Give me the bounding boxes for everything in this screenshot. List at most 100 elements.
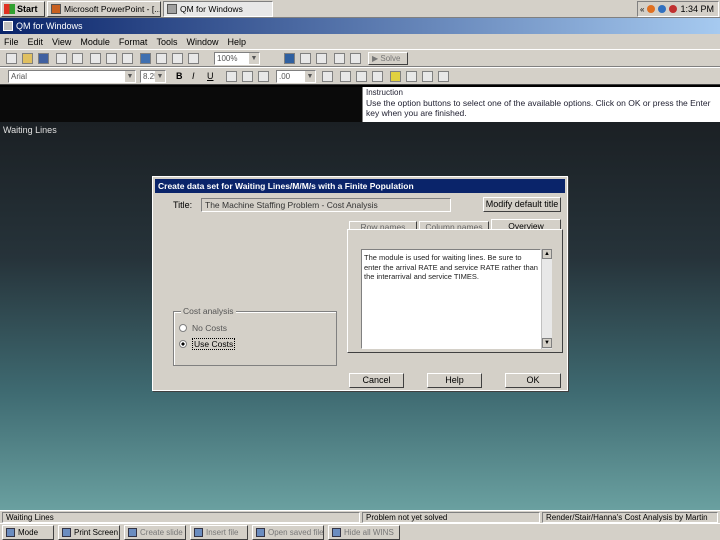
zoom-value: 100% [217, 54, 238, 63]
bottom-task-mode[interactable]: Mode [2, 525, 54, 540]
increase-decimal-icon[interactable] [356, 71, 367, 82]
cut-icon[interactable] [90, 53, 101, 64]
overview-scrollbar[interactable]: ▲ ▼ [541, 249, 552, 349]
align-right-icon[interactable] [258, 71, 269, 82]
menu-file[interactable]: File [4, 37, 19, 47]
windows-logo-icon [4, 4, 15, 14]
fill-color-icon[interactable] [406, 71, 417, 82]
bottom-task-create-slide[interactable]: Create slide [124, 525, 186, 540]
status-reference: Render/Stair/Hanna's Cost Analysis by Ma… [542, 512, 718, 523]
bottom-task-insert-file[interactable]: Insert file [190, 525, 248, 540]
antivirus-icon[interactable] [669, 5, 678, 13]
scroll-up-icon[interactable]: ▲ [542, 249, 552, 259]
status-problem: Problem not yet solved [362, 512, 540, 523]
no-costs-label: No Costs [192, 323, 227, 333]
help-cursor-icon[interactable] [334, 53, 345, 64]
taskbar-button-label: QM for Windows [180, 4, 243, 14]
system-tray: « 1:34 PM [637, 1, 719, 17]
cancel-button[interactable]: Cancel [349, 373, 404, 388]
cost-analysis-label: Cost analysis [181, 306, 236, 316]
align-center-icon[interactable] [242, 71, 253, 82]
taskbar-button-powerpoint[interactable]: Microsoft PowerPoint - [... [47, 1, 161, 17]
align-left-icon[interactable] [226, 71, 237, 82]
create-data-set-dialog: Create data set for Waiting Lines/M/M/s … [152, 176, 568, 391]
bold-icon[interactable]: B [176, 71, 183, 81]
menu-format[interactable]: Format [119, 37, 148, 47]
chevron-down-icon[interactable]: ▼ [125, 71, 135, 82]
title-label: Title: [173, 200, 193, 210]
title-input[interactable]: The Machine Staffing Problem - Cost Anal… [201, 198, 451, 212]
use-costs-label: Use Costs [192, 338, 236, 350]
tray-arrow-icon[interactable]: « [640, 5, 644, 14]
calculator-icon[interactable] [316, 53, 327, 64]
number-format-value: .00 [279, 72, 291, 81]
start-button[interactable]: Start [1, 1, 45, 17]
bottom-task-open-saved-file[interactable]: Open saved file [252, 525, 324, 540]
underline-icon[interactable]: U [207, 71, 214, 81]
undo-icon[interactable] [156, 53, 167, 64]
bottom-taskbar: Mode Print Screen Create slide Insert fi… [0, 523, 720, 540]
start-label: Start [17, 4, 38, 14]
clock: 1:34 PM [680, 4, 714, 14]
menu-view[interactable]: View [52, 37, 71, 47]
instruction-title: Instruction [366, 88, 403, 97]
standard-toolbar: 100% ▼ ▶ Solve [0, 49, 720, 67]
graph-icon[interactable] [300, 53, 311, 64]
qm-app-icon [167, 4, 177, 14]
bottom-task-label: Create slide [140, 528, 183, 537]
menu-edit[interactable]: Edit [28, 37, 44, 47]
zoom-select[interactable]: 100% ▼ [214, 52, 260, 65]
network-icon[interactable] [647, 5, 656, 13]
redo-icon[interactable] [172, 53, 183, 64]
copy-icon[interactable] [106, 53, 117, 64]
taskbar-button-qm[interactable]: QM for Windows [163, 1, 273, 17]
italic-icon[interactable]: I [192, 71, 195, 81]
bottom-task-label: Hide all WINS [344, 528, 394, 537]
comma-icon[interactable] [340, 71, 351, 82]
menu-module[interactable]: Module [80, 37, 110, 47]
decrease-decimal-icon[interactable] [322, 71, 333, 82]
chevron-down-icon[interactable]: ▼ [249, 53, 259, 64]
volume-icon[interactable] [658, 5, 667, 13]
insert-row-icon[interactable] [188, 53, 199, 64]
app-icon [3, 21, 13, 31]
window-title: QM for Windows [16, 21, 83, 31]
font-color-icon[interactable] [390, 71, 401, 82]
menu-help[interactable]: Help [227, 37, 246, 47]
save-icon[interactable] [38, 53, 49, 64]
dialog-title: Create data set for Waiting Lines/M/M/s … [155, 179, 565, 193]
use-costs-option[interactable]: Use Costs [179, 338, 236, 350]
new-file-icon[interactable] [6, 53, 17, 64]
help-book-icon[interactable] [350, 53, 361, 64]
bottom-task-label: Print Screen [74, 528, 119, 537]
bottom-task-print-screen[interactable]: Print Screen [58, 525, 120, 540]
print-icon[interactable] [56, 53, 67, 64]
edit-data-icon[interactable] [140, 53, 151, 64]
scroll-down-icon[interactable]: ▼ [542, 338, 552, 348]
chevron-down-icon[interactable]: ▼ [155, 71, 165, 82]
open-folder-icon[interactable] [22, 53, 33, 64]
borders-icon[interactable] [422, 71, 433, 82]
bottom-task-hide-all[interactable]: Hide all WINS [328, 525, 400, 540]
print-preview-icon[interactable] [72, 53, 83, 64]
chart-icon[interactable] [284, 53, 295, 64]
font-name-select[interactable]: Arial ▼ [8, 70, 136, 83]
number-format-select[interactable]: .00 ▼ [276, 70, 316, 83]
font-size-select[interactable]: 8.25 ▼ [140, 70, 166, 83]
dark-panel [0, 87, 362, 122]
chevron-down-icon[interactable]: ▼ [305, 71, 315, 82]
menu-tools[interactable]: Tools [156, 37, 177, 47]
no-costs-option[interactable]: No Costs [179, 323, 227, 333]
modify-default-title-button[interactable]: Modify default title [483, 197, 561, 212]
radio-selected-icon[interactable] [179, 340, 187, 348]
column-width-icon[interactable] [372, 71, 383, 82]
help-button[interactable]: Help [427, 373, 482, 388]
menu-window[interactable]: Window [186, 37, 218, 47]
radio-unselected-icon[interactable] [179, 324, 187, 332]
solve-button[interactable]: ▶ Solve [368, 52, 408, 65]
top-taskbar: Start Microsoft PowerPoint - [... QM for… [0, 0, 720, 18]
create-slide-icon [128, 528, 137, 537]
ok-button[interactable]: OK [505, 373, 561, 388]
gridlines-icon[interactable] [438, 71, 449, 82]
paste-icon[interactable] [122, 53, 133, 64]
